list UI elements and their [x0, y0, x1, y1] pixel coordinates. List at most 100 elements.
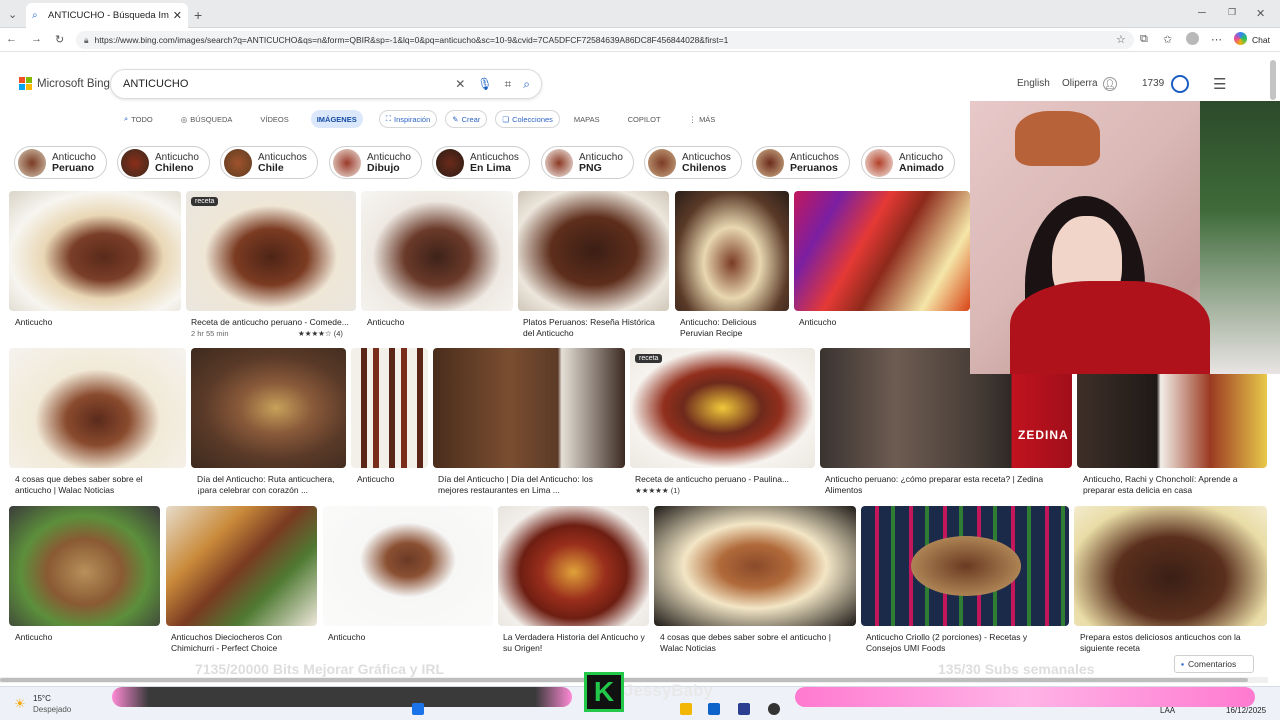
logo-text: Microsoft Bing: [37, 77, 110, 90]
start-icon[interactable]: [412, 703, 424, 715]
result-image[interactable]: [654, 506, 856, 626]
result-caption[interactable]: Anticucho, Rachi y Choncholí: Aprende a …: [1083, 474, 1263, 496]
search-icon[interactable]: ⌕: [523, 77, 530, 92]
result-image[interactable]: [323, 506, 493, 626]
file-explorer-icon[interactable]: [680, 703, 692, 715]
copilot-icon[interactable]: [1234, 32, 1247, 45]
more-menu-icon[interactable]: ⋯: [1211, 33, 1222, 46]
tab-copilot[interactable]: COPILOT: [622, 110, 667, 128]
chat-label[interactable]: Chat: [1252, 35, 1270, 45]
result-image[interactable]: [351, 348, 428, 468]
rewards-points[interactable]: 1739: [1142, 78, 1164, 89]
result-image[interactable]: [9, 348, 186, 468]
result-caption[interactable]: Anticucho: [367, 317, 404, 328]
result-caption[interactable]: Anticucho: [357, 474, 394, 485]
weather-temp[interactable]: 15°C: [33, 694, 51, 703]
result-image[interactable]: [794, 191, 970, 311]
related-chip[interactable]: Anticucho PNG: [541, 146, 634, 179]
result-image[interactable]: receta: [630, 348, 815, 468]
favorites-icon[interactable]: ✩: [1163, 33, 1172, 46]
close-tab-icon[interactable]: ✕: [173, 9, 182, 22]
result-image[interactable]: [433, 348, 625, 468]
favorite-star-icon[interactable]: ☆: [1116, 33, 1126, 46]
microphone-icon[interactable]: 🎙︎: [477, 77, 492, 92]
close-window-icon[interactable]: ✕: [1256, 7, 1265, 20]
new-tab-icon[interactable]: +: [194, 7, 202, 23]
bing-logo[interactable]: Microsoft Bing: [19, 77, 110, 90]
result-caption[interactable]: La Verdadera Historia del Anticucho y su…: [503, 632, 648, 654]
tab-mas[interactable]: ⋮ MÁS: [683, 110, 722, 128]
result-caption[interactable]: Anticuchos Dieciocheros Con Chimichurri …: [171, 632, 311, 654]
result-image[interactable]: [518, 191, 669, 311]
related-chip[interactable]: Anticucho Chileno: [117, 146, 210, 179]
rewards-medal-icon[interactable]: [1171, 75, 1189, 93]
result-caption[interactable]: Prepara estos deliciosos anticuchos con …: [1080, 632, 1265, 654]
result-caption[interactable]: 4 cosas que debes saber sobre el anticuc…: [15, 474, 165, 496]
result-image[interactable]: [498, 506, 649, 626]
edge-icon[interactable]: [708, 703, 720, 715]
result-caption[interactable]: Anticucho: [328, 632, 365, 643]
language-link[interactable]: English: [1017, 78, 1050, 89]
vertical-scrollbar[interactable]: [1270, 60, 1276, 100]
address-bar[interactable]: 🔒︎ https://www.bing.com/images/search?q=…: [76, 31, 1134, 49]
result-caption[interactable]: Anticucho: Delicious Peruvian Recipe: [680, 317, 786, 339]
weather-desc[interactable]: Despejado: [33, 705, 71, 714]
result-image[interactable]: [9, 506, 160, 626]
tab-mapas[interactable]: MAPAS: [568, 110, 606, 128]
result-caption[interactable]: 4 cosas que debes saber sobre el anticuc…: [660, 632, 855, 654]
refresh-icon[interactable]: ↻: [55, 33, 64, 46]
search-box[interactable]: ANTICUCHO ✕ 🎙︎ ⌗ ⌕: [110, 69, 542, 99]
tab-imagenes[interactable]: IMÁGENES: [310, 110, 363, 128]
feedback-button[interactable]: ▪ Comentarios: [1174, 655, 1254, 673]
restore-icon[interactable]: ❐: [1228, 7, 1236, 18]
related-chip[interactable]: Anticuchos En Lima: [432, 146, 530, 179]
search-input[interactable]: ANTICUCHO: [123, 78, 455, 90]
minimize-icon[interactable]: ─: [1198, 7, 1206, 19]
clear-icon[interactable]: ✕: [455, 77, 465, 92]
related-chip[interactable]: Anticuchos Peruanos: [752, 146, 850, 179]
pill-inspiracion[interactable]: ⛶ Inspiración: [378, 110, 438, 128]
obs-icon[interactable]: [768, 703, 780, 715]
related-chip[interactable]: Anticucho Dibujo: [329, 146, 422, 179]
pill-crear[interactable]: ✎ Crear: [445, 110, 488, 128]
result-caption[interactable]: Día del Anticucho: Ruta anticuchera, ¡pa…: [197, 474, 342, 496]
related-chip[interactable]: Anticuchos Chilenos: [644, 146, 742, 179]
system-date[interactable]: 16/12/2025: [1226, 706, 1266, 715]
result-image[interactable]: [361, 191, 513, 311]
user-name[interactable]: Oliperra: [1062, 78, 1098, 89]
result-image[interactable]: [166, 506, 317, 626]
related-chip[interactable]: Anticucho Peruano: [14, 146, 107, 179]
forward-icon[interactable]: →: [31, 33, 42, 45]
tab-list-icon[interactable]: ⌄: [8, 8, 17, 21]
input-language[interactable]: LAA: [1160, 706, 1175, 715]
result-caption[interactable]: Receta de anticucho peruano - Comede...: [191, 317, 349, 328]
browser-tab-active[interactable]: ⌕ ANTICUCHO - Búsqueda Imágenes ✕: [26, 3, 188, 28]
result-caption[interactable]: Anticucho peruano: ¿cómo preparar esta r…: [825, 474, 1055, 496]
tab-busqueda[interactable]: ◎ BÚSQUEDA: [175, 110, 239, 128]
result-caption[interactable]: Receta de anticucho peruano - Paulina...: [635, 474, 789, 485]
result-image[interactable]: [9, 191, 181, 311]
result-image[interactable]: [675, 191, 789, 311]
related-chip[interactable]: Anticuchos Chile: [220, 146, 318, 179]
pill-colecciones[interactable]: ❏ Colecciones: [495, 110, 560, 128]
result-image[interactable]: receta: [186, 191, 356, 311]
hamburger-menu-icon[interactable]: ☰: [1213, 75, 1226, 93]
result-image[interactable]: [1074, 506, 1267, 626]
store-icon[interactable]: [738, 703, 750, 715]
result-image[interactable]: [191, 348, 346, 468]
extensions-icon[interactable]: ⧉: [1140, 33, 1148, 46]
result-caption[interactable]: Anticucho: [15, 632, 52, 643]
result-caption[interactable]: Día del Anticucho | Día del Anticucho: l…: [438, 474, 623, 496]
tab-todo[interactable]: ⌕ TODO: [118, 110, 159, 128]
result-caption[interactable]: Anticucho: [15, 317, 52, 328]
profile-icon[interactable]: [1186, 32, 1199, 45]
result-caption[interactable]: Platos Peruanos: Reseña Histórica del An…: [523, 317, 663, 339]
tab-videos[interactable]: VÍDEOS: [254, 110, 294, 128]
visual-search-icon[interactable]: ⌗: [505, 77, 512, 92]
result-image[interactable]: [861, 506, 1069, 626]
back-icon[interactable]: ←: [6, 33, 17, 45]
user-avatar-icon[interactable]: 👤︎: [1103, 77, 1117, 91]
result-caption[interactable]: Anticucho Criollo (2 porciones) - Receta…: [866, 632, 1061, 654]
result-caption[interactable]: Anticucho: [799, 317, 836, 328]
related-chip[interactable]: Anticucho Animado: [861, 146, 955, 179]
